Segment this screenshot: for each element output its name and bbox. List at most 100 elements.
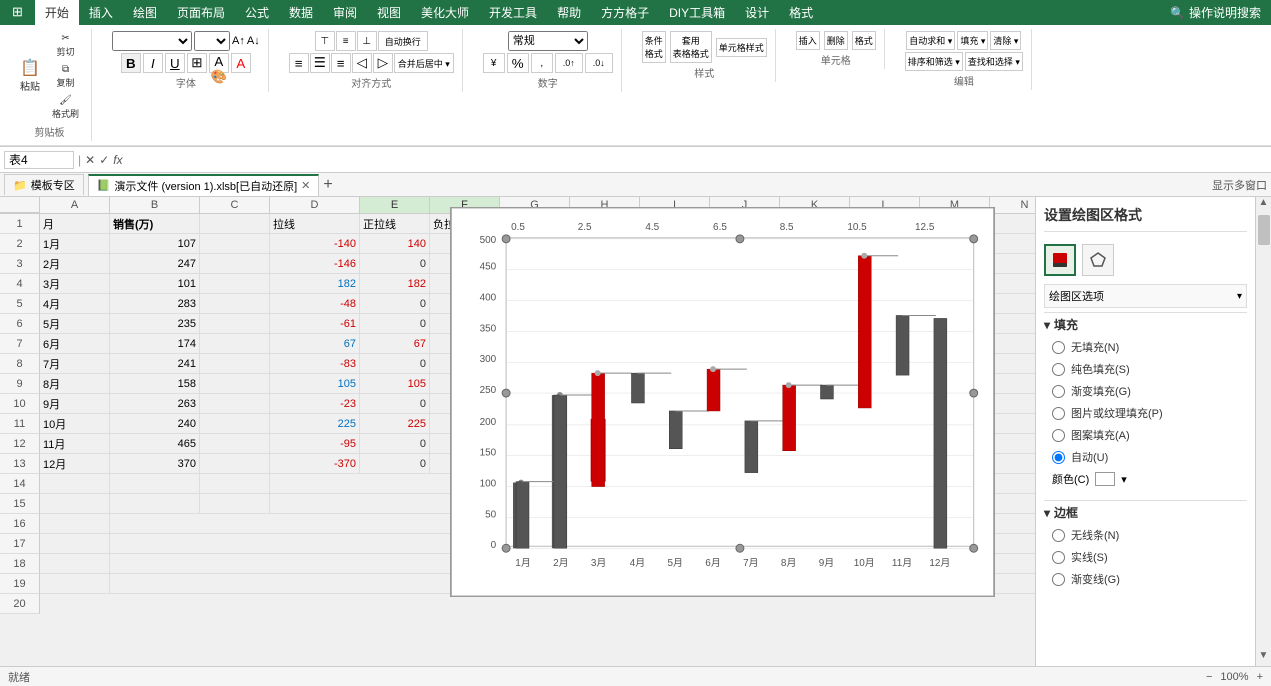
close-tab-icon[interactable]: ✕: [301, 179, 310, 192]
tab-begin[interactable]: 开始: [35, 0, 79, 25]
conditional-format-button[interactable]: 条件格式: [642, 31, 666, 63]
fill-radio-pattern[interactable]: [1052, 429, 1065, 442]
cell-b8[interactable]: 241: [110, 354, 200, 374]
row-h-17[interactable]: 17: [0, 534, 40, 554]
name-box[interactable]: [4, 151, 74, 169]
cell-b1[interactable]: 销售(万): [110, 214, 200, 234]
row-h-20[interactable]: 20: [0, 594, 40, 614]
fill-radio-auto[interactable]: [1052, 451, 1065, 464]
col-N[interactable]: N: [990, 197, 1035, 213]
tab-diy[interactable]: DIY工具箱: [659, 0, 735, 25]
cell-b12[interactable]: 465: [110, 434, 200, 454]
scroll-down-arrow[interactable]: ▼: [1256, 650, 1271, 666]
border-option-solid[interactable]: 实线(S): [1044, 546, 1247, 568]
cell-d5[interactable]: -48: [270, 294, 360, 314]
cell-d4[interactable]: 182: [270, 274, 360, 294]
tab-data[interactable]: 数据: [279, 0, 323, 25]
cell-d3[interactable]: -146: [270, 254, 360, 274]
cell-c5[interactable]: [200, 294, 270, 314]
align-bottom[interactable]: ⊥: [357, 31, 377, 51]
cell-a6[interactable]: 5月: [40, 314, 110, 334]
fill-radio-picture[interactable]: [1052, 407, 1065, 420]
cell-b5[interactable]: 283: [110, 294, 200, 314]
fill-section-header[interactable]: ▾ 填充: [1044, 312, 1247, 336]
font-size-increase[interactable]: A↑: [232, 35, 245, 47]
cell-a4[interactable]: 3月: [40, 274, 110, 294]
currency-button[interactable]: ¥: [483, 53, 505, 73]
format-button[interactable]: 格式: [852, 31, 876, 50]
col-A[interactable]: A: [40, 197, 110, 213]
cell-c9[interactable]: [200, 374, 270, 394]
tab-view[interactable]: 视图: [367, 0, 411, 25]
cell-d7[interactable]: 67: [270, 334, 360, 354]
row-h-9[interactable]: 9: [0, 374, 40, 394]
fill-color-button[interactable]: A🎨: [209, 53, 229, 73]
cell-a3[interactable]: 2月: [40, 254, 110, 274]
row-h-8[interactable]: 8: [0, 354, 40, 374]
formula-cancel-icon[interactable]: ✕: [85, 153, 95, 167]
border-radio-gradient[interactable]: [1052, 573, 1065, 586]
bold-button[interactable]: B: [121, 53, 141, 73]
cell-d2[interactable]: -140: [270, 234, 360, 254]
col-D[interactable]: D: [270, 197, 360, 213]
cell-b6[interactable]: 235: [110, 314, 200, 334]
row-h-15[interactable]: 15: [0, 494, 40, 514]
fill-radio-solid[interactable]: [1052, 363, 1065, 376]
tab-draw[interactable]: 绘图: [123, 0, 167, 25]
border-section-header[interactable]: ▾ 边框: [1044, 500, 1247, 524]
fill-option-picture[interactable]: 图片或纹理填充(P): [1044, 402, 1247, 424]
row-h-14[interactable]: 14: [0, 474, 40, 494]
tab-help[interactable]: 帮助: [547, 0, 591, 25]
cell-c6[interactable]: [200, 314, 270, 334]
formula-input[interactable]: [127, 151, 1267, 169]
tab-search[interactable]: 🔍 操作说明搜索: [1160, 0, 1271, 25]
tab-beauty[interactable]: 美化大师: [411, 0, 479, 25]
cell-a10[interactable]: 9月: [40, 394, 110, 414]
row-h-3[interactable]: 3: [0, 254, 40, 274]
find-select-button[interactable]: 查找和选择 ▾: [965, 52, 1023, 71]
tab-format[interactable]: 格式: [779, 0, 823, 25]
cell-e13[interactable]: 0: [360, 454, 430, 474]
cell-b10[interactable]: 263: [110, 394, 200, 414]
indent-inc[interactable]: ▷: [373, 53, 393, 73]
tab-insert[interactable]: 插入: [79, 0, 123, 25]
number-format-select[interactable]: 常规: [508, 31, 588, 51]
fill-option-none[interactable]: 无填充(N): [1044, 336, 1247, 358]
font-size-select[interactable]: [194, 31, 230, 51]
formula-function-icon[interactable]: fx: [113, 153, 122, 167]
cell-b11[interactable]: 240: [110, 414, 200, 434]
cell-e5[interactable]: 0: [360, 294, 430, 314]
row-h-7[interactable]: 7: [0, 334, 40, 354]
row-h-18[interactable]: 18: [0, 554, 40, 574]
table-format-button[interactable]: 套用表格格式: [670, 31, 712, 63]
color-swatch[interactable]: [1095, 472, 1115, 486]
cell-c11[interactable]: [200, 414, 270, 434]
add-tab-icon[interactable]: +: [323, 176, 332, 194]
align-center[interactable]: ☰: [310, 53, 330, 73]
scroll-up-arrow[interactable]: ▲: [1256, 197, 1271, 213]
row-h-19[interactable]: 19: [0, 574, 40, 594]
fill-option-gradient[interactable]: 渐变填充(G): [1044, 380, 1247, 402]
border-radio-none[interactable]: [1052, 529, 1065, 542]
cell-c12[interactable]: [200, 434, 270, 454]
cell-a11[interactable]: 10月: [40, 414, 110, 434]
pentagon-icon-button[interactable]: [1082, 244, 1114, 276]
cell-b7[interactable]: 174: [110, 334, 200, 354]
tab-review[interactable]: 审阅: [323, 0, 367, 25]
cell-a5[interactable]: 4月: [40, 294, 110, 314]
show-window-button[interactable]: 显示多窗口: [1212, 177, 1267, 193]
delete-button[interactable]: 删除: [824, 31, 848, 50]
cell-a9[interactable]: 8月: [40, 374, 110, 394]
cell-d1[interactable]: 拉线: [270, 214, 360, 234]
zoom-out-button[interactable]: −: [1206, 671, 1212, 683]
merge-center[interactable]: 合并后居中 ▾: [394, 53, 454, 73]
cell-style-button[interactable]: 单元格样式: [716, 38, 767, 57]
cell-b4[interactable]: 101: [110, 274, 200, 294]
cell-a1[interactable]: 月: [40, 214, 110, 234]
cut-button[interactable]: ✂剪切: [48, 31, 83, 60]
formula-confirm-icon[interactable]: ✓: [99, 153, 109, 167]
cell-d9[interactable]: 105: [270, 374, 360, 394]
cell-e11[interactable]: 225: [360, 414, 430, 434]
indent-dec[interactable]: ◁: [352, 53, 372, 73]
decimal-inc[interactable]: .0↑: [555, 53, 583, 73]
